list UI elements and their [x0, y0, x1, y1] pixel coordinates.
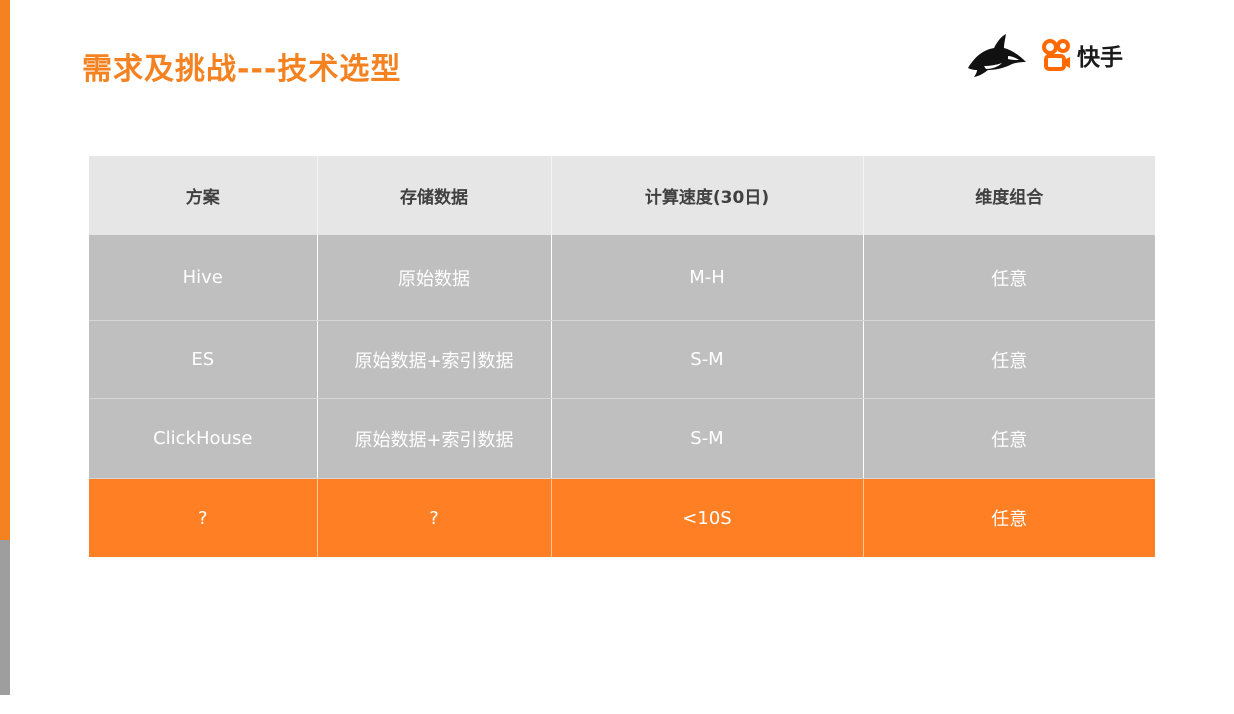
header-cell: 维度组合: [863, 156, 1155, 235]
table-cell: 任意: [863, 478, 1155, 557]
table-cell: 任意: [863, 320, 1155, 399]
table-cell: Hive: [89, 235, 318, 321]
slide-title: 需求及挑战---技术选型: [82, 52, 402, 87]
table-cell: 任意: [863, 398, 1155, 479]
accent-bar-gray: [0, 540, 10, 695]
accent-bar-orange: [0, 0, 10, 540]
table-cell: ES: [89, 320, 318, 399]
header-cell: 计算速度(30日): [551, 156, 864, 235]
table-cell: 原始数据+索引数据: [317, 398, 552, 479]
kuaishou-logo-icon: [1042, 39, 1070, 71]
table-cell: <10S: [551, 478, 864, 557]
tech-selection-table: 方案 存储数据 计算速度(30日) 维度组合 Hive 原始数据 M-H 任意 …: [89, 156, 1155, 557]
table-header-row: 方案 存储数据 计算速度(30日) 维度组合: [89, 156, 1155, 235]
brand-name: 快手: [1077, 45, 1123, 71]
header-cell: 存储数据: [317, 156, 552, 235]
table-row: ES 原始数据+索引数据 S-M 任意: [89, 320, 1155, 399]
table-cell: 任意: [863, 235, 1155, 321]
table-cell: ?: [89, 478, 318, 557]
table-cell: S-M: [551, 320, 864, 399]
orca-logo-icon: [968, 34, 1026, 77]
table-cell: ClickHouse: [89, 398, 318, 479]
table-row: ClickHouse 原始数据+索引数据 S-M 任意: [89, 398, 1155, 479]
table-cell: S-M: [551, 398, 864, 479]
table-cell: ?: [317, 478, 552, 557]
table-cell: M-H: [551, 235, 864, 321]
header-cell: 方案: [89, 156, 318, 235]
table-cell: 原始数据: [317, 235, 552, 321]
table-cell: 原始数据+索引数据: [317, 320, 552, 399]
table-row-highlight: ? ? <10S 任意: [89, 478, 1155, 557]
table-row: Hive 原始数据 M-H 任意: [89, 235, 1155, 321]
logo-area: 快手: [964, 30, 1123, 80]
